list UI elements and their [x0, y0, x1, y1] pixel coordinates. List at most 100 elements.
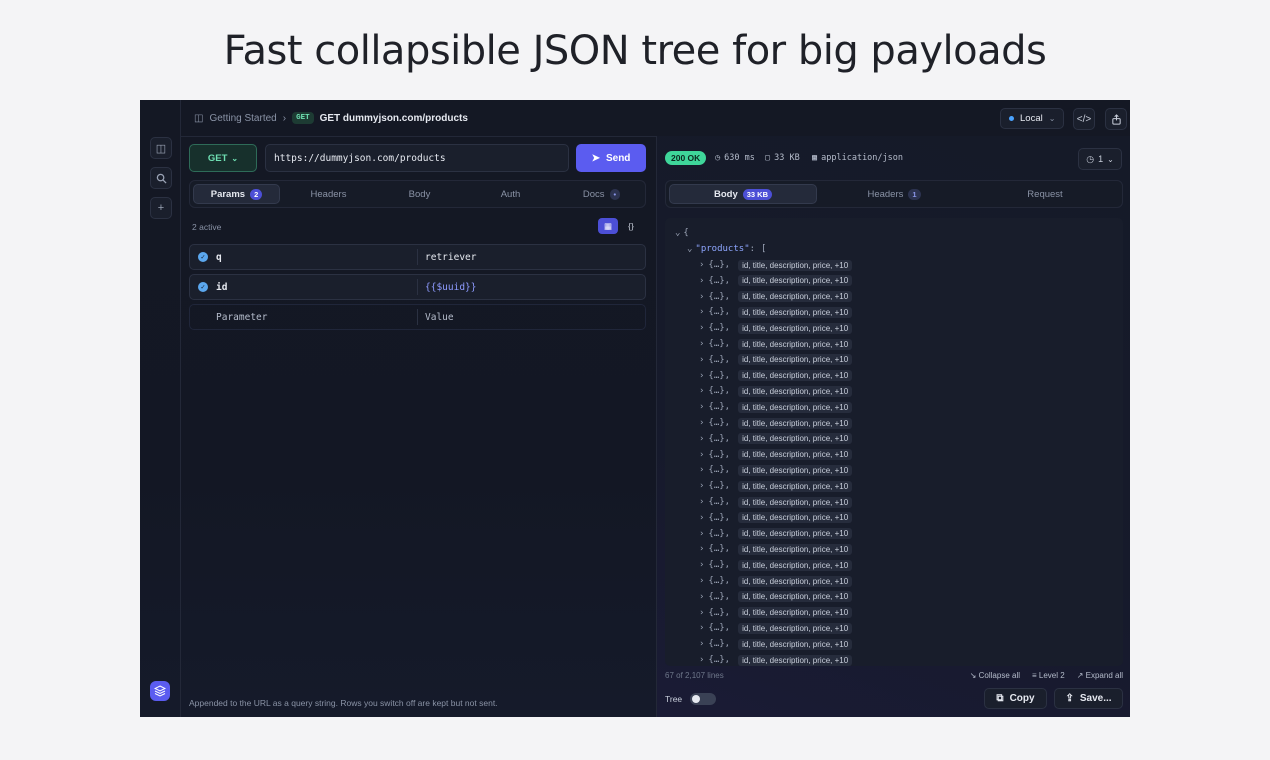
tree-item-line[interactable]: › {…}, id, title, description, price, +10 — [699, 590, 853, 604]
tree-item-line[interactable]: › {…}, id, title, description, price, +10 — [699, 369, 853, 383]
chevron-right-icon[interactable]: › — [699, 386, 704, 396]
chevron-right-icon[interactable]: › — [699, 450, 704, 460]
chevron-right-icon[interactable]: › — [699, 371, 704, 381]
param-key[interactable]: q — [216, 252, 222, 263]
copy-button[interactable]: ⧉ Copy — [984, 688, 1047, 709]
chevron-right-icon[interactable]: › — [699, 497, 704, 507]
checkbox-checked-icon[interactable]: ✓ — [198, 282, 208, 292]
tree-item-line[interactable]: › {…}, id, title, description, price, +10 — [699, 353, 853, 367]
expand-all-button[interactable]: ↗ Expand all — [1077, 671, 1123, 680]
chevron-down-icon[interactable]: ⌄ — [687, 244, 692, 254]
chevron-right-icon[interactable]: › — [699, 276, 704, 286]
chevron-right-icon[interactable]: › — [699, 560, 704, 570]
layers-logo-icon[interactable] — [150, 681, 170, 701]
chevron-right-icon[interactable]: › — [699, 639, 704, 649]
param-row[interactable]: ✓ id {{$uuid}} — [189, 274, 646, 300]
tree-item-line[interactable]: › {…}, id, title, description, price, +10 — [699, 542, 853, 556]
tree-root-line[interactable]: ⌄ { — [675, 226, 689, 240]
export-icon[interactable] — [1105, 108, 1127, 130]
tree-item-line[interactable]: › {…}, id, title, description, price, +10 — [699, 432, 853, 446]
tab-response-request[interactable]: Request — [971, 184, 1119, 204]
url-input[interactable]: https://dummyjson.com/products — [265, 144, 569, 172]
tree-item-line[interactable]: › {…}, id, title, description, price, +10 — [699, 653, 853, 666]
chevron-right-icon[interactable]: › — [699, 355, 704, 365]
tree-item-line[interactable]: › {…}, id, title, description, price, +10 — [699, 511, 853, 525]
sidebar-toggle-icon[interactable]: ◫ — [150, 137, 172, 159]
tab-params[interactable]: Params 2 — [193, 184, 280, 204]
chevron-right-icon[interactable]: › — [699, 529, 704, 539]
method-select[interactable]: GET ⌄ — [189, 144, 257, 172]
chevron-right-icon[interactable]: › — [699, 513, 704, 523]
code-icon[interactable]: </> — [1073, 108, 1095, 130]
tree-item-line[interactable]: › {…}, id, title, description, price, +10 — [699, 321, 853, 335]
tab-body[interactable]: Body — [376, 184, 463, 204]
send-button[interactable]: ➤ Send — [576, 144, 646, 172]
json-view-icon[interactable]: {} — [621, 218, 641, 234]
param-key[interactable]: id — [216, 282, 227, 293]
chevron-right-icon[interactable]: › — [699, 465, 704, 475]
tree-item-line[interactable]: › {…}, id, title, description, price, +10 — [699, 400, 853, 414]
param-value[interactable]: {{$uuid}} — [425, 282, 476, 293]
tree-item-line[interactable]: › {…}, id, title, description, price, +10 — [699, 258, 853, 272]
environment-select[interactable]: Local ⌄ — [1000, 108, 1064, 129]
chevron-right-icon[interactable]: › — [699, 323, 704, 333]
checkbox-checked-icon[interactable]: ✓ — [198, 252, 208, 262]
chevron-right-icon[interactable]: › — [699, 339, 704, 349]
chevron-right-icon[interactable]: › — [699, 434, 704, 444]
save-button[interactable]: ⇪ Save... — [1054, 688, 1123, 709]
tab-response-body[interactable]: Body 33 KB — [669, 184, 817, 204]
tree-item-line[interactable]: › {…}, id, title, description, price, +10 — [699, 337, 853, 351]
tab-docs[interactable]: Docs • — [558, 184, 645, 204]
chevron-right-icon[interactable]: › — [699, 307, 704, 317]
tree-item-line[interactable]: › {…}, id, title, description, price, +10 — [699, 527, 853, 541]
chevron-right-icon[interactable]: › — [699, 608, 704, 618]
chevron-right-icon[interactable]: › — [699, 544, 704, 554]
tree-item-summary: id, title, description, price, +10 — [738, 512, 853, 524]
tab-auth[interactable]: Auth — [467, 184, 554, 204]
tree-item-line[interactable]: › {…}, id, title, description, price, +10 — [699, 290, 853, 304]
tree-item-line[interactable]: › {…}, id, title, description, price, +10 — [699, 479, 853, 493]
collapse-all-button[interactable]: ↘ Collapse all — [970, 671, 1020, 680]
param-row-new[interactable]: Parameter Value — [189, 304, 646, 330]
chevron-right-icon[interactable]: › — [699, 402, 704, 412]
tree-item-line[interactable]: › {…}, id, title, description, price, +10 — [699, 606, 853, 620]
chevron-right-icon[interactable]: › — [699, 655, 704, 665]
breadcrumb-root[interactable]: Getting Started — [209, 113, 276, 124]
tab-headers[interactable]: Headers — [285, 184, 372, 204]
table-view-icon[interactable]: ▦ — [598, 218, 618, 234]
chevron-right-icon[interactable]: › — [699, 623, 704, 633]
level-button[interactable]: ≡ Level 2 — [1032, 671, 1065, 680]
tree-item-line[interactable]: › {…}, id, title, description, price, +10 — [699, 305, 853, 319]
tree-item-line[interactable]: › {…}, id, title, description, price, +10 — [699, 621, 853, 635]
param-key-placeholder[interactable]: Parameter — [216, 312, 267, 323]
tree-item-line[interactable]: › {…}, id, title, description, price, +10 — [699, 274, 853, 288]
param-row[interactable]: ✓ q retriever — [189, 244, 646, 270]
tree-switch[interactable] — [690, 693, 717, 705]
chevron-right-icon[interactable]: › — [699, 481, 704, 491]
tab-response-headers-label: Headers — [867, 188, 904, 200]
param-value-placeholder[interactable]: Value — [425, 312, 454, 323]
add-icon[interactable]: + — [150, 197, 172, 219]
tree-item-line[interactable]: › {…}, id, title, description, price, +10 — [699, 558, 853, 572]
chevron-right-icon[interactable]: › — [699, 592, 704, 602]
tree-item-line[interactable]: › {…}, id, title, description, price, +10 — [699, 416, 853, 430]
tree-item-line[interactable]: › {…}, id, title, description, price, +10 — [699, 384, 853, 398]
products-colon: : — [749, 244, 756, 254]
chevron-right-icon[interactable]: › — [699, 576, 704, 586]
tab-response-headers[interactable]: Headers 1 — [820, 184, 968, 204]
tree-toggle[interactable]: Tree — [665, 693, 717, 705]
tree-item-line[interactable]: › {…}, id, title, description, price, +10 — [699, 637, 853, 651]
history-select[interactable]: ◷ 1 ⌄ — [1078, 148, 1122, 170]
chevron-right-icon[interactable]: › — [699, 292, 704, 302]
tree-item-line[interactable]: › {…}, id, title, description, price, +10 — [699, 574, 853, 588]
chevron-down-icon[interactable]: ⌄ — [675, 228, 680, 238]
breadcrumb-current[interactable]: GET dummyjson.com/products — [320, 113, 468, 124]
tree-item-line[interactable]: › {…}, id, title, description, price, +10 — [699, 463, 853, 477]
tree-item-line[interactable]: › {…}, id, title, description, price, +10 — [699, 495, 853, 509]
param-value[interactable]: retriever — [425, 252, 476, 263]
chevron-right-icon[interactable]: › — [699, 260, 704, 270]
search-icon[interactable] — [150, 167, 172, 189]
chevron-right-icon[interactable]: › — [699, 418, 704, 428]
tree-item-line[interactable]: › {…}, id, title, description, price, +10 — [699, 448, 853, 462]
tree-products-line[interactable]: ⌄ "products" : [ — [687, 242, 766, 256]
